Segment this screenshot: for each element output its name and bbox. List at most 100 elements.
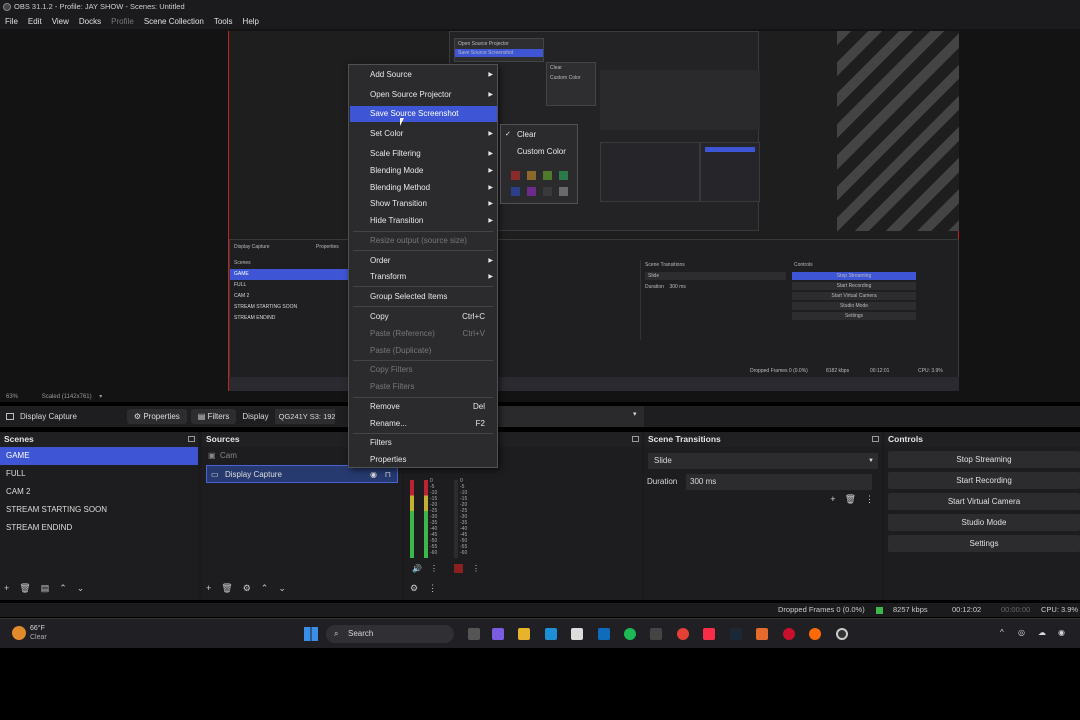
menu-item-properties[interactable]: Properties: [350, 452, 497, 468]
color-swatch-red[interactable]: [511, 171, 520, 180]
chevron-down-icon[interactable]: ⌄: [278, 583, 286, 594]
color-clear-option[interactable]: ✓ Clear: [501, 127, 577, 143]
trash-icon[interactable]: 🗑: [845, 494, 856, 505]
add-icon[interactable]: +: [830, 494, 835, 505]
chevron-down-icon[interactable]: ▾: [633, 410, 637, 418]
chrome-icon[interactable]: [677, 628, 689, 640]
network-icon[interactable]: ◉: [1058, 628, 1065, 637]
chevron-up-icon[interactable]: ⌃: [59, 583, 67, 594]
stop-streaming-button[interactable]: Stop Streaming: [888, 451, 1080, 468]
menu-profile[interactable]: Profile: [111, 17, 134, 26]
file-explorer-icon[interactable]: [518, 628, 530, 640]
menu-item-resize-output[interactable]: Resize output (source size): [350, 233, 497, 249]
preview-canvas[interactable]: Open Source Projector Save Source Screen…: [228, 31, 959, 391]
color-swatch-blue[interactable]: [511, 187, 520, 196]
speaker-icon[interactable]: 🔊: [412, 564, 422, 573]
gear-icon[interactable]: ⚙: [410, 583, 418, 594]
menu-item-save-source-screenshot[interactable]: Save Source Screenshot: [350, 106, 497, 122]
color-swatch-orange[interactable]: [527, 171, 536, 180]
menu-item-show-transition[interactable]: Show Transition ▶: [350, 196, 497, 212]
scene-item[interactable]: GAME: [0, 447, 198, 465]
menu-item-open-source-projector[interactable]: Open Source Projector ▶: [350, 87, 497, 103]
copilot-icon[interactable]: [492, 628, 504, 640]
duration-input[interactable]: 300 ms: [686, 474, 872, 490]
app-icon[interactable]: [809, 628, 821, 640]
menu-scene-collection[interactable]: Scene Collection: [144, 17, 204, 26]
tray-chevron-up-icon[interactable]: ^: [1000, 628, 1004, 637]
color-swatch-dark[interactable]: [543, 187, 552, 196]
menu-item-filters[interactable]: Filters: [350, 435, 497, 451]
windows-start-icon[interactable]: [304, 627, 318, 641]
more-icon[interactable]: ⋮: [430, 564, 438, 573]
properties-button[interactable]: ⚙ Properties: [126, 409, 187, 424]
start-virtual-camera-button[interactable]: Start Virtual Camera: [888, 493, 1080, 510]
start-recording-button[interactable]: Start Recording: [888, 472, 1080, 489]
popout-icon[interactable]: [872, 436, 879, 442]
menu-item-copy-filters[interactable]: Copy Filters: [350, 362, 497, 378]
menu-item-remove[interactable]: Remove Del: [350, 399, 497, 415]
menu-item-set-color[interactable]: Set Color ▶: [350, 126, 497, 142]
steam-icon[interactable]: [730, 628, 742, 640]
more-icon[interactable]: ⋮: [472, 564, 480, 573]
menu-file[interactable]: File: [5, 17, 18, 26]
trash-icon[interactable]: 🗑: [221, 583, 232, 594]
add-icon[interactable]: +: [206, 583, 211, 594]
muted-speaker-icon[interactable]: [454, 564, 463, 573]
obs-icon[interactable]: [836, 628, 848, 640]
trash-icon[interactable]: 🗑: [19, 583, 30, 594]
custom-color-option[interactable]: Custom Color: [501, 144, 577, 160]
scene-item[interactable]: FULL: [0, 465, 198, 483]
eye-icon[interactable]: ◉: [370, 466, 377, 484]
menu-item-copy[interactable]: Copy Ctrl+C: [350, 309, 497, 325]
store-icon[interactable]: [571, 628, 583, 640]
display-select[interactable]: QG241Y S3: 1920: [274, 409, 335, 424]
color-swatch-yellow-green[interactable]: [543, 171, 552, 180]
popout-icon[interactable]: [632, 436, 639, 442]
spotify-icon[interactable]: [624, 628, 636, 640]
studio-mode-button[interactable]: Studio Mode: [888, 514, 1080, 531]
edge-icon[interactable]: [545, 628, 557, 640]
scene-item[interactable]: STREAM STARTING SOON: [0, 501, 198, 519]
app-icon[interactable]: [756, 628, 768, 640]
more-icon[interactable]: ⋮: [865, 494, 874, 505]
transition-select[interactable]: Slide ▼: [648, 453, 878, 469]
menu-item-blending-method[interactable]: Blending Method ▶: [350, 180, 497, 196]
weather-icon[interactable]: [12, 626, 26, 640]
filter-icon[interactable]: ▤: [41, 583, 50, 594]
menu-docks[interactable]: Docks: [79, 17, 101, 26]
menu-item-blending-mode[interactable]: Blending Mode ▶: [350, 163, 497, 179]
filters-button[interactable]: ▤ Filters: [190, 409, 237, 424]
menu-view[interactable]: View: [52, 17, 69, 26]
menu-item-transform[interactable]: Transform ▶: [350, 269, 497, 285]
menu-item-scale-filtering[interactable]: Scale Filtering ▶: [350, 146, 497, 162]
chevron-up-icon[interactable]: ⌃: [261, 583, 269, 594]
gear-icon[interactable]: ⚙: [243, 583, 251, 594]
more-icon[interactable]: ⋮: [428, 583, 437, 594]
menu-edit[interactable]: Edit: [28, 17, 42, 26]
taskbar-search[interactable]: ⌕ Search: [326, 625, 454, 643]
settings-button[interactable]: Settings: [888, 535, 1080, 552]
menu-help[interactable]: Help: [243, 17, 259, 26]
app-icon[interactable]: [783, 628, 795, 640]
menu-item-add-source[interactable]: Add Source ▶: [350, 67, 497, 83]
popout-icon[interactable]: [188, 436, 195, 442]
task-view-icon[interactable]: [468, 628, 480, 640]
menu-item-paste-reference[interactable]: Paste (Reference) Ctrl+V: [350, 326, 497, 342]
outlook-icon[interactable]: [598, 628, 610, 640]
color-swatch-green[interactable]: [559, 171, 568, 180]
menu-item-order[interactable]: Order ▶: [350, 253, 497, 269]
scene-item[interactable]: CAM 2: [0, 483, 198, 501]
tray-app-icon[interactable]: ◎: [1018, 628, 1025, 637]
menu-item-paste-filters[interactable]: Paste Filters: [350, 379, 497, 395]
menu-item-hide-transition[interactable]: Hide Transition ▶: [350, 213, 497, 229]
add-icon[interactable]: +: [4, 583, 9, 594]
color-swatch-purple[interactable]: [527, 187, 536, 196]
menu-item-rename[interactable]: Rename... F2: [350, 416, 497, 432]
app-icon[interactable]: [650, 628, 662, 640]
zoom-level[interactable]: 63%: [6, 394, 18, 400]
chevron-down-icon[interactable]: ▾: [99, 394, 102, 400]
chevron-down-icon[interactable]: ⌄: [77, 583, 85, 594]
cloud-icon[interactable]: ☁: [1038, 628, 1046, 637]
color-swatch-grey[interactable]: [559, 187, 568, 196]
menu-tools[interactable]: Tools: [214, 17, 233, 26]
